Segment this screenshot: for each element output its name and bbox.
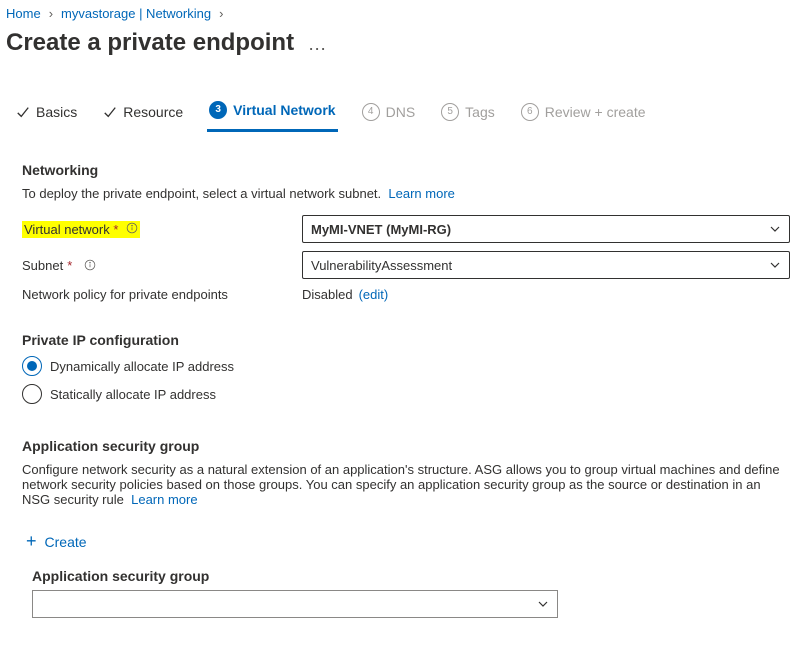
network-policy-label: Network policy for private endpoints [22, 287, 228, 302]
subnet-label: Subnet [22, 258, 63, 273]
tab-label: Virtual Network [233, 102, 335, 118]
chevron-right-icon: › [49, 6, 53, 21]
tab-basics[interactable]: Basics [14, 98, 79, 130]
breadcrumb-home[interactable]: Home [6, 6, 41, 21]
tab-review-create: 6 Review + create [519, 97, 648, 131]
network-policy-value: Disabled [302, 287, 353, 302]
section-asg-desc: Configure network security as a natural … [22, 462, 792, 507]
radio-icon [22, 384, 42, 404]
tab-resource[interactable]: Resource [101, 98, 185, 130]
info-icon[interactable] [126, 222, 138, 234]
section-networking-head: Networking [22, 162, 792, 178]
tab-label: Tags [465, 104, 495, 120]
step-number-icon: 6 [521, 103, 539, 121]
ip-static-option[interactable]: Statically allocate IP address [22, 384, 792, 404]
networking-learn-more-link[interactable]: Learn more [388, 186, 454, 201]
chevron-right-icon: › [219, 6, 223, 21]
chevron-down-icon [537, 598, 549, 610]
asg-select[interactable] [32, 590, 558, 618]
tab-tags: 5 Tags [439, 97, 497, 131]
chevron-down-icon [769, 223, 781, 235]
tab-label: DNS [386, 104, 416, 120]
step-number-icon: 3 [209, 101, 227, 119]
required-icon: * [67, 258, 72, 273]
info-icon[interactable] [84, 259, 96, 271]
select-value: VulnerabilityAssessment [311, 258, 452, 273]
virtual-network-label: Virtual network * [22, 221, 140, 238]
wizard-tabs: Basics Resource 3 Virtual Network 4 DNS … [14, 95, 804, 132]
asg-sub-label: Application security group [32, 568, 792, 584]
check-icon [103, 105, 117, 119]
tab-virtual-network[interactable]: 3 Virtual Network [207, 95, 337, 132]
page-title: Create a private endpoint [6, 29, 294, 57]
section-asg-head: Application security group [22, 438, 792, 454]
tab-label: Review + create [545, 104, 646, 120]
more-actions-button[interactable]: ⋯ [308, 39, 328, 60]
radio-icon [22, 356, 42, 376]
section-ipconfig-head: Private IP configuration [22, 332, 792, 348]
asg-create-button[interactable]: + Create [26, 531, 87, 552]
tab-dns: 4 DNS [360, 97, 418, 131]
plus-icon: + [26, 531, 37, 552]
chevron-down-icon [769, 259, 781, 271]
tab-label: Resource [123, 104, 183, 120]
check-icon [16, 105, 30, 119]
step-number-icon: 4 [362, 103, 380, 121]
tab-label: Basics [36, 104, 77, 120]
create-label: Create [45, 534, 87, 550]
subnet-select[interactable]: VulnerabilityAssessment [302, 251, 790, 279]
ip-dynamic-option[interactable]: Dynamically allocate IP address [22, 356, 792, 376]
breadcrumb: Home › myvastorage | Networking › [6, 4, 804, 27]
virtual-network-select[interactable]: MyMI-VNET (MyMI-RG) [302, 215, 790, 243]
section-networking-desc: To deploy the private endpoint, select a… [22, 186, 792, 201]
radio-label: Statically allocate IP address [50, 387, 216, 402]
step-number-icon: 5 [441, 103, 459, 121]
radio-label: Dynamically allocate IP address [50, 359, 234, 374]
asg-learn-more-link[interactable]: Learn more [131, 492, 197, 507]
breadcrumb-resource[interactable]: myvastorage | Networking [61, 6, 211, 21]
select-value: MyMI-VNET (MyMI-RG) [311, 222, 451, 237]
network-policy-edit-link[interactable]: (edit) [359, 287, 389, 302]
